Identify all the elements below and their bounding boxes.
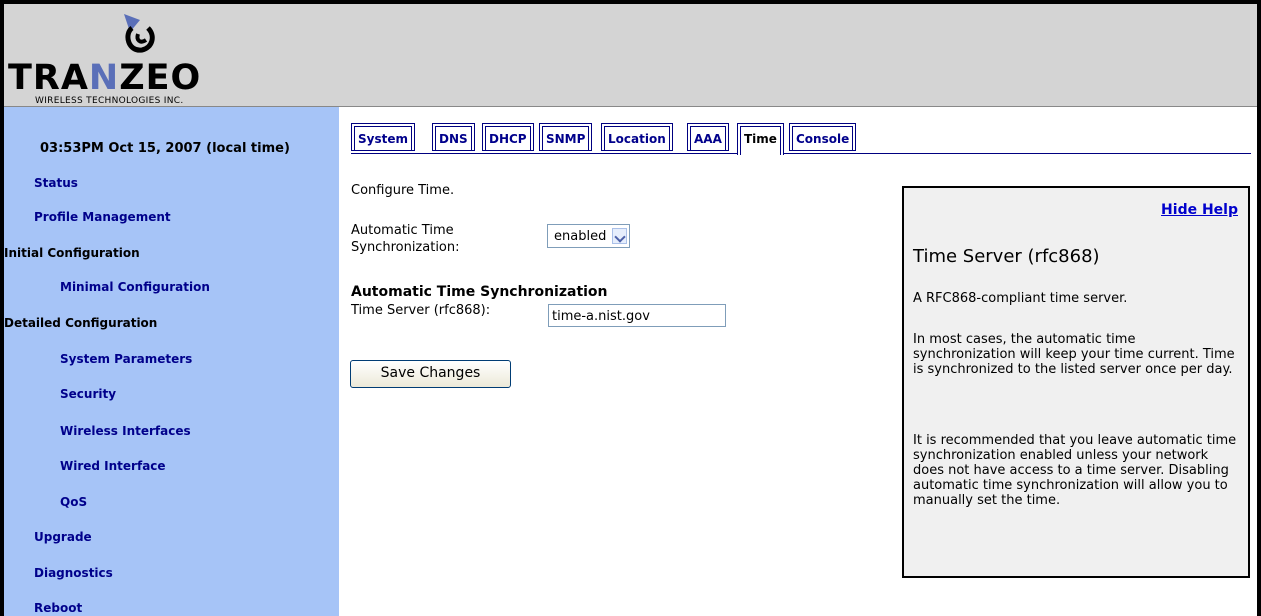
time-server-input[interactable]: time-a.nist.gov	[548, 304, 726, 327]
save-changes-button[interactable]: Save Changes	[350, 360, 511, 388]
help-title: Time Server (rfc868)	[913, 246, 1100, 267]
nav-upgrade[interactable]: Upgrade	[34, 530, 92, 544]
auto-sync-value: enabled	[554, 229, 607, 244]
brand-name: TRANZEO	[8, 58, 202, 98]
brand-logo: TRANZEO WIRELESS TECHNOLOGIES INC.	[8, 12, 278, 108]
page-intro: Configure Time.	[351, 183, 455, 198]
time-server-label: Time Server (rfc868):	[351, 303, 491, 318]
hide-help-link[interactable]: Hide Help	[1161, 202, 1238, 218]
section-heading: Automatic Time Synchronization	[351, 284, 608, 300]
nav-security[interactable]: Security	[60, 387, 116, 401]
nav-minimal-configuration[interactable]: Minimal Configuration	[60, 280, 210, 294]
satellite-dish-icon	[124, 14, 155, 53]
nav-diagnostics[interactable]: Diagnostics	[34, 566, 113, 580]
nav-qos[interactable]: QoS	[60, 495, 87, 509]
nav-wireless-interfaces[interactable]: Wireless Interfaces	[60, 424, 191, 438]
tab-system[interactable]: System	[351, 123, 415, 151]
nav-initial-configuration[interactable]: Initial Configuration	[4, 246, 140, 260]
local-time-clock: 03:53PM Oct 15, 2007 (local time)	[40, 141, 290, 156]
tab-time[interactable]: Time	[737, 123, 784, 155]
nav-detailed-configuration[interactable]: Detailed Configuration	[4, 316, 157, 330]
brand-tagline: WIRELESS TECHNOLOGIES INC.	[35, 96, 184, 106]
tab-aaa[interactable]: AAA	[687, 123, 729, 151]
nav-system-parameters[interactable]: System Parameters	[60, 352, 192, 366]
header-banner: TRANZEO WIRELESS TECHNOLOGIES INC.	[4, 4, 1257, 107]
help-paragraph-1: A RFC868-compliant time server.	[913, 291, 1128, 306]
chevron-down-icon[interactable]	[612, 228, 627, 244]
nav-status[interactable]: Status	[34, 176, 78, 190]
help-panel: Hide Help Time Server (rfc868) A RFC868-…	[902, 186, 1250, 578]
tab-snmp[interactable]: SNMP	[539, 123, 593, 151]
nav-wired-interface[interactable]: Wired Interface	[60, 459, 166, 473]
tab-dns[interactable]: DNS	[432, 123, 475, 151]
tab-bar-line	[351, 153, 1251, 154]
tab-dhcp[interactable]: DHCP	[482, 123, 534, 151]
help-paragraph-2: In most cases, the automatic time synchr…	[913, 332, 1235, 377]
nav-reboot[interactable]: Reboot	[34, 601, 82, 615]
auto-sync-select[interactable]: enabled	[547, 224, 630, 248]
main-content: System DNS DHCP SNMP Location AAA Time C…	[339, 107, 1257, 616]
auto-sync-label-line1: Automatic Time	[351, 223, 454, 238]
auto-sync-label-line2: Synchronization:	[351, 240, 460, 255]
nav-profile-management[interactable]: Profile Management	[34, 210, 171, 224]
tab-console[interactable]: Console	[789, 123, 857, 151]
tab-location[interactable]: Location	[601, 123, 673, 151]
help-paragraph-3: It is recommended that you leave automat…	[913, 433, 1237, 508]
sidebar: 03:53PM Oct 15, 2007 (local time) Status…	[4, 107, 339, 616]
